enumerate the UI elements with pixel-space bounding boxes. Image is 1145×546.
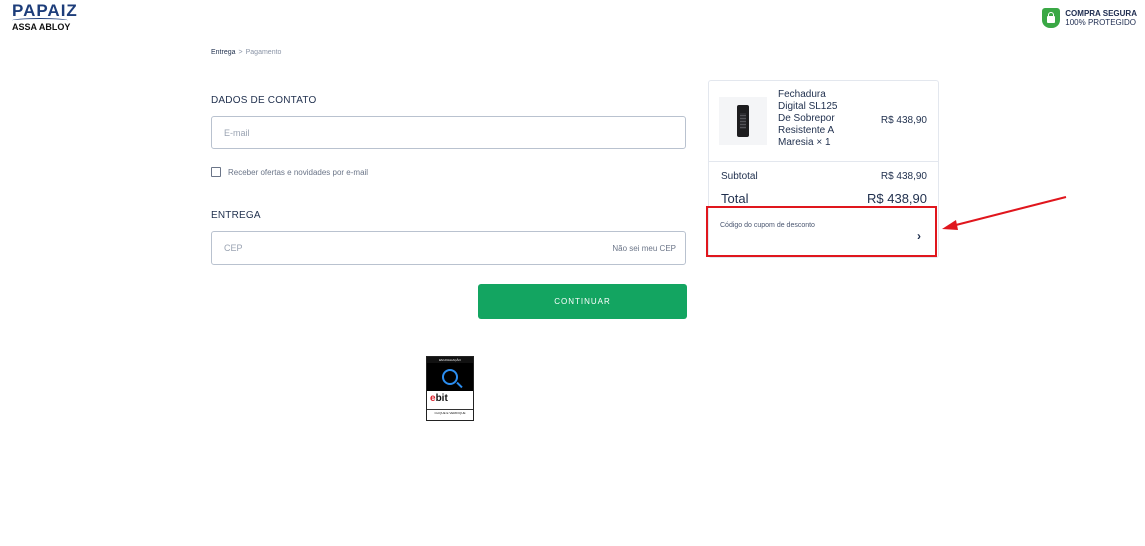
breadcrumb: Entrega > Pagamento <box>211 49 281 56</box>
magnifier-icon <box>427 363 473 391</box>
product-thumbnail <box>719 97 767 145</box>
continue-button[interactable]: CONTINUAR <box>478 284 687 319</box>
email-field[interactable] <box>211 116 686 149</box>
annotation-arrow <box>942 196 1067 230</box>
product-price: R$ 438,90 <box>880 115 927 126</box>
delivery-section-title: ENTREGA <box>211 210 261 221</box>
email-input[interactable] <box>212 117 685 148</box>
breadcrumb-step-entrega[interactable]: Entrega <box>211 49 236 56</box>
subtotal-label: Subtotal <box>721 171 758 182</box>
brand-name: PAPAIZ <box>12 1 78 20</box>
total-row: Total R$ 438,90 <box>721 191 927 206</box>
offers-label: Receber ofertas e novidades por e-mail <box>228 167 369 177</box>
ebit-seal[interactable]: EM AVALIAÇÃO ebit CLIQUE E VERIFIQUE <box>426 356 474 421</box>
contact-section-title: DADOS DE CONTATO <box>211 95 317 106</box>
cep-field[interactable]: Não sei meu CEP <box>211 231 686 265</box>
secure-purchase-badge: COMPRA SEGURA 100% PROTEGIDO <box>1042 8 1137 28</box>
subtotal-row: Subtotal R$ 438,90 <box>721 171 927 182</box>
coupon-highlight-box <box>706 206 937 257</box>
papaiz-logo[interactable]: PAPAIZ ASSA ABLOY <box>12 2 78 32</box>
total-value: R$ 438,90 <box>867 191 927 206</box>
offers-checkbox[interactable] <box>211 167 221 177</box>
product-name: Fechadura Digital SL125 De Sobrepor Resi… <box>778 89 838 148</box>
breadcrumb-separator: > <box>238 49 243 56</box>
offers-checkbox-row[interactable]: Receber ofertas e novidades por e-mail <box>211 167 368 177</box>
secure-title: COMPRA SEGURA <box>1065 9 1137 18</box>
secure-subtitle: 100% PROTEGIDO <box>1065 18 1136 27</box>
breadcrumb-step-pagamento[interactable]: Pagamento <box>246 49 282 56</box>
product-line: Fechadura Digital SL125 De Sobrepor Resi… <box>709 81 938 162</box>
ebit-cta: CLIQUE E VERIFIQUE <box>427 409 473 415</box>
shield-lock-icon <box>1042 8 1061 28</box>
subtotal-value: R$ 438,90 <box>880 171 927 182</box>
cep-lookup-link[interactable]: Não sei meu CEP <box>612 244 676 253</box>
total-label: Total <box>721 191 749 206</box>
brand-sub: ASSA ABLOY <box>12 22 71 32</box>
ebit-wordmark: ebit <box>430 393 448 404</box>
